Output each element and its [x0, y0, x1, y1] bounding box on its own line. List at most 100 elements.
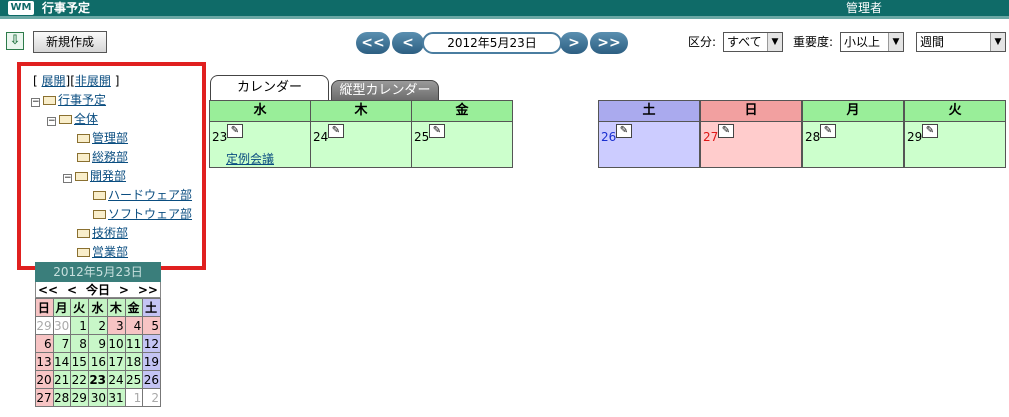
mini-day[interactable]: 26 — [142, 370, 161, 389]
tree-item-admin[interactable]: 管理部 — [77, 129, 128, 148]
prev-day-button[interactable]: < — [392, 32, 424, 54]
tree-item-label[interactable]: 営業部 — [92, 245, 128, 259]
mini-day[interactable]: 14 — [52, 352, 72, 371]
mini-day[interactable]: 8 — [70, 334, 89, 353]
tree-item-label[interactable]: ハードウェア部 — [108, 188, 192, 202]
mini-day[interactable]: 2 — [87, 316, 109, 335]
expand-all-link[interactable]: 展開 — [42, 74, 66, 88]
mini-day[interactable]: 30 — [52, 316, 72, 335]
pencil-icon[interactable]: ✎ — [227, 124, 243, 138]
mini-day[interactable]: 10 — [107, 334, 126, 353]
mini-day-today[interactable]: 23 — [87, 370, 109, 389]
mini-day[interactable]: 7 — [52, 334, 72, 353]
tree-item-label[interactable]: 管理部 — [92, 131, 128, 145]
pencil-icon[interactable]: ✎ — [328, 124, 344, 138]
mini-day[interactable]: 2 — [142, 388, 161, 407]
tree-item-label[interactable]: 技術部 — [92, 226, 128, 240]
tree-item-technical[interactable]: 技術部 — [77, 224, 128, 243]
event-link[interactable]: 定例会議 — [226, 150, 274, 167]
category-select[interactable]: すべて ▼ — [723, 32, 783, 52]
tree-item-hardware[interactable]: ハードウェア部 — [93, 186, 192, 205]
pencil-icon[interactable]: ✎ — [820, 124, 836, 138]
tree-item-general-affairs[interactable]: 総務部 — [77, 148, 128, 167]
mini-day[interactable]: 30 — [87, 388, 109, 407]
mini-day[interactable]: 27 — [35, 388, 54, 407]
tree-item-sales[interactable]: 営業部 — [77, 243, 128, 262]
day-cell[interactable]: 23 ✎ 定例会議 — [209, 122, 311, 168]
mini-day[interactable]: 12 — [142, 334, 161, 353]
tree-item-development[interactable]: − 開発部 — [63, 167, 126, 186]
mini-day[interactable]: 17 — [107, 352, 126, 371]
mini-day[interactable]: 6 — [35, 334, 54, 353]
mini-next-month[interactable]: >> — [138, 282, 158, 297]
mini-day[interactable]: 20 — [35, 370, 54, 389]
mini-day[interactable]: 28 — [52, 388, 72, 407]
importance-select[interactable]: 小以上 ▼ — [840, 32, 904, 52]
chevron-down-icon[interactable]: ▼ — [767, 33, 782, 51]
mini-day[interactable]: 1 — [124, 388, 144, 407]
tree-item-label[interactable]: 全体 — [74, 112, 98, 126]
day-number[interactable]: 28 — [805, 130, 820, 144]
tree-item-root[interactable]: − 行事予定 — [31, 91, 106, 110]
collapse-all-link[interactable]: 非展開 — [75, 74, 111, 88]
pencil-icon[interactable]: ✎ — [922, 124, 938, 138]
day-cell[interactable]: 28 ✎ — [802, 122, 904, 168]
day-cell[interactable]: 29 ✎ — [904, 122, 1006, 168]
day-cell[interactable]: 27 ✎ — [700, 122, 802, 168]
mini-today[interactable]: 今日 — [86, 282, 110, 297]
collapse-toggle-icon[interactable]: − — [47, 117, 56, 126]
mini-day[interactable]: 31 — [107, 388, 126, 407]
day-number[interactable]: 24 — [313, 130, 328, 144]
tree-item-label[interactable]: 行事予定 — [58, 93, 106, 107]
day-number[interactable]: 23 — [212, 130, 227, 144]
tree-item-all[interactable]: − 全体 — [47, 110, 98, 129]
mini-day[interactable]: 1 — [70, 316, 89, 335]
day-cell[interactable]: 24 ✎ — [310, 122, 412, 168]
mini-day[interactable]: 24 — [107, 370, 126, 389]
day-cell[interactable]: 26 ✎ — [598, 122, 700, 168]
mini-day[interactable]: 16 — [87, 352, 109, 371]
tree-item-label[interactable]: 総務部 — [92, 150, 128, 164]
arrow-down-icon[interactable]: ⇩ — [6, 32, 24, 50]
chevron-down-icon[interactable]: ▼ — [990, 33, 1005, 51]
day-number[interactable]: 26 — [601, 130, 616, 144]
tree-item-label[interactable]: ソフトウェア部 — [108, 207, 192, 221]
tree-item-software[interactable]: ソフトウェア部 — [93, 205, 192, 224]
collapse-toggle-icon[interactable]: − — [31, 98, 40, 107]
new-event-button[interactable]: 新規作成 — [33, 31, 107, 53]
mini-day[interactable]: 29 — [35, 316, 54, 335]
pencil-icon[interactable]: ✎ — [616, 124, 632, 138]
tab-vertical-calendar[interactable]: 縦型カレンダー — [331, 80, 439, 101]
pencil-icon[interactable]: ✎ — [718, 124, 734, 138]
day-cell[interactable]: 25 ✎ — [411, 122, 513, 168]
prev-week-button[interactable]: << — [356, 32, 390, 54]
mini-next[interactable]: > — [119, 282, 129, 297]
mini-day[interactable]: 19 — [142, 352, 161, 371]
mini-day[interactable]: 21 — [52, 370, 72, 389]
mini-day[interactable]: 9 — [87, 334, 109, 353]
mini-day[interactable]: 3 — [107, 316, 126, 335]
pencil-icon[interactable]: ✎ — [429, 124, 445, 138]
day-number[interactable]: 25 — [414, 130, 429, 144]
mini-day[interactable]: 25 — [124, 370, 144, 389]
collapse-toggle-icon[interactable]: − — [63, 174, 72, 183]
mini-day[interactable]: 22 — [70, 370, 89, 389]
view-select[interactable]: 週間 ▼ — [916, 32, 1006, 52]
mini-day[interactable]: 5 — [142, 316, 161, 335]
mini-day[interactable]: 11 — [124, 334, 144, 353]
mini-day[interactable]: 29 — [70, 388, 89, 407]
tree-item-label[interactable]: 開発部 — [90, 169, 126, 183]
tab-calendar[interactable]: カレンダー — [210, 75, 329, 101]
mini-day[interactable]: 4 — [124, 316, 144, 335]
mini-day[interactable]: 13 — [35, 352, 54, 371]
day-number[interactable]: 29 — [907, 130, 922, 144]
chevron-down-icon[interactable]: ▼ — [888, 33, 903, 51]
day-column-fri: 金 25 ✎ — [411, 100, 513, 168]
next-week-button[interactable]: >> — [590, 32, 628, 54]
mini-prev-month[interactable]: << — [38, 282, 58, 297]
mini-prev[interactable]: < — [67, 282, 77, 297]
day-number[interactable]: 27 — [703, 130, 718, 144]
mini-day[interactable]: 18 — [124, 352, 144, 371]
mini-day[interactable]: 15 — [70, 352, 89, 371]
next-day-button[interactable]: > — [560, 32, 588, 54]
